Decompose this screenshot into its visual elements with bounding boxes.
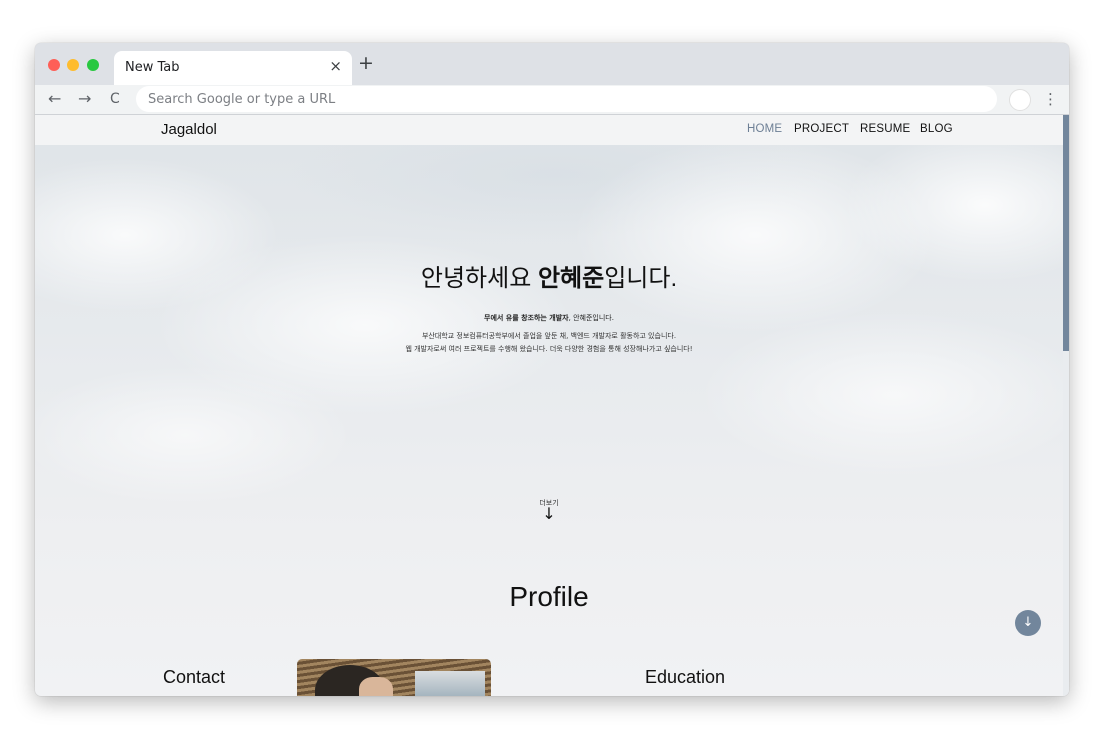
close-window-button[interactable] [48, 59, 60, 71]
tagline-bold: 무에서 유를 창조하는 개발자 [484, 314, 569, 322]
photo-background [415, 671, 485, 696]
hero-description-line2: 웹 개발자로써 여러 프로젝트를 수행해 왔습니다. 더욱 다양한 경험을 통해… [405, 345, 693, 353]
address-input[interactable] [136, 86, 968, 112]
scrollbar-thumb[interactable] [1063, 115, 1069, 351]
hero-greeting-suffix: 입니다. [604, 265, 678, 292]
profile-section-title: Profile [509, 581, 589, 612]
browser-toolbar: ← → C ⋮ [35, 85, 1069, 115]
minimize-window-button[interactable] [67, 59, 79, 71]
hero-heading: 안녕하세요 안혜준입니다. [35, 258, 1063, 293]
hero-description-line1: 부산대학교 정보컴퓨터공학부에서 졸업을 앞둔 채, 백엔드 개발자로 활동하고… [421, 332, 677, 340]
address-bar[interactable] [136, 86, 997, 112]
profile-photo [297, 659, 491, 696]
site-brand-logo[interactable]: Jagaldol [161, 121, 217, 138]
scroll-down-button[interactable]: ↓ [1015, 610, 1041, 636]
down-arrow-icon[interactable]: ↓ [35, 505, 1063, 523]
reload-icon[interactable]: C [110, 89, 120, 109]
photo-face [359, 677, 393, 696]
tagline-rest: , 안혜준입니다. [568, 314, 614, 322]
close-tab-icon[interactable]: × [329, 57, 342, 75]
browser-window: New Tab × + ← → C ⋮ Jagaldol HOME PROJEC… [35, 43, 1069, 696]
tab-strip: New Tab × + [35, 43, 1069, 85]
hero-tagline: 무에서 유를 창조하는 개발자, 안혜준입니다. [35, 313, 1063, 323]
browser-menu-icon[interactable]: ⋮ [1043, 90, 1058, 108]
nav-home-link[interactable]: HOME [747, 123, 782, 135]
profile-avatar-icon[interactable] [1009, 89, 1031, 111]
nav-resume-link[interactable]: RESUME [860, 123, 910, 135]
site-navbar: Jagaldol HOME PROJECT RESUME BLOG [35, 115, 1063, 145]
tab-title: New Tab [125, 60, 180, 75]
maximize-window-button[interactable] [87, 59, 99, 71]
education-heading: Education [645, 667, 726, 687]
nav-blog-link[interactable]: BLOG [920, 123, 953, 135]
hero-name: 안혜준 [537, 265, 605, 292]
nav-project-link[interactable]: PROJECT [794, 123, 849, 135]
forward-arrow-icon[interactable]: → [78, 89, 91, 109]
tab-new-tab[interactable]: New Tab × [114, 51, 352, 85]
page-viewport: Jagaldol HOME PROJECT RESUME BLOG 안녕하세요 … [35, 115, 1069, 696]
hero-greeting: 안녕하세요 [420, 265, 538, 292]
contact-heading: Contact [163, 667, 226, 687]
back-arrow-icon[interactable]: ← [48, 89, 61, 109]
new-tab-icon[interactable]: + [358, 54, 374, 73]
